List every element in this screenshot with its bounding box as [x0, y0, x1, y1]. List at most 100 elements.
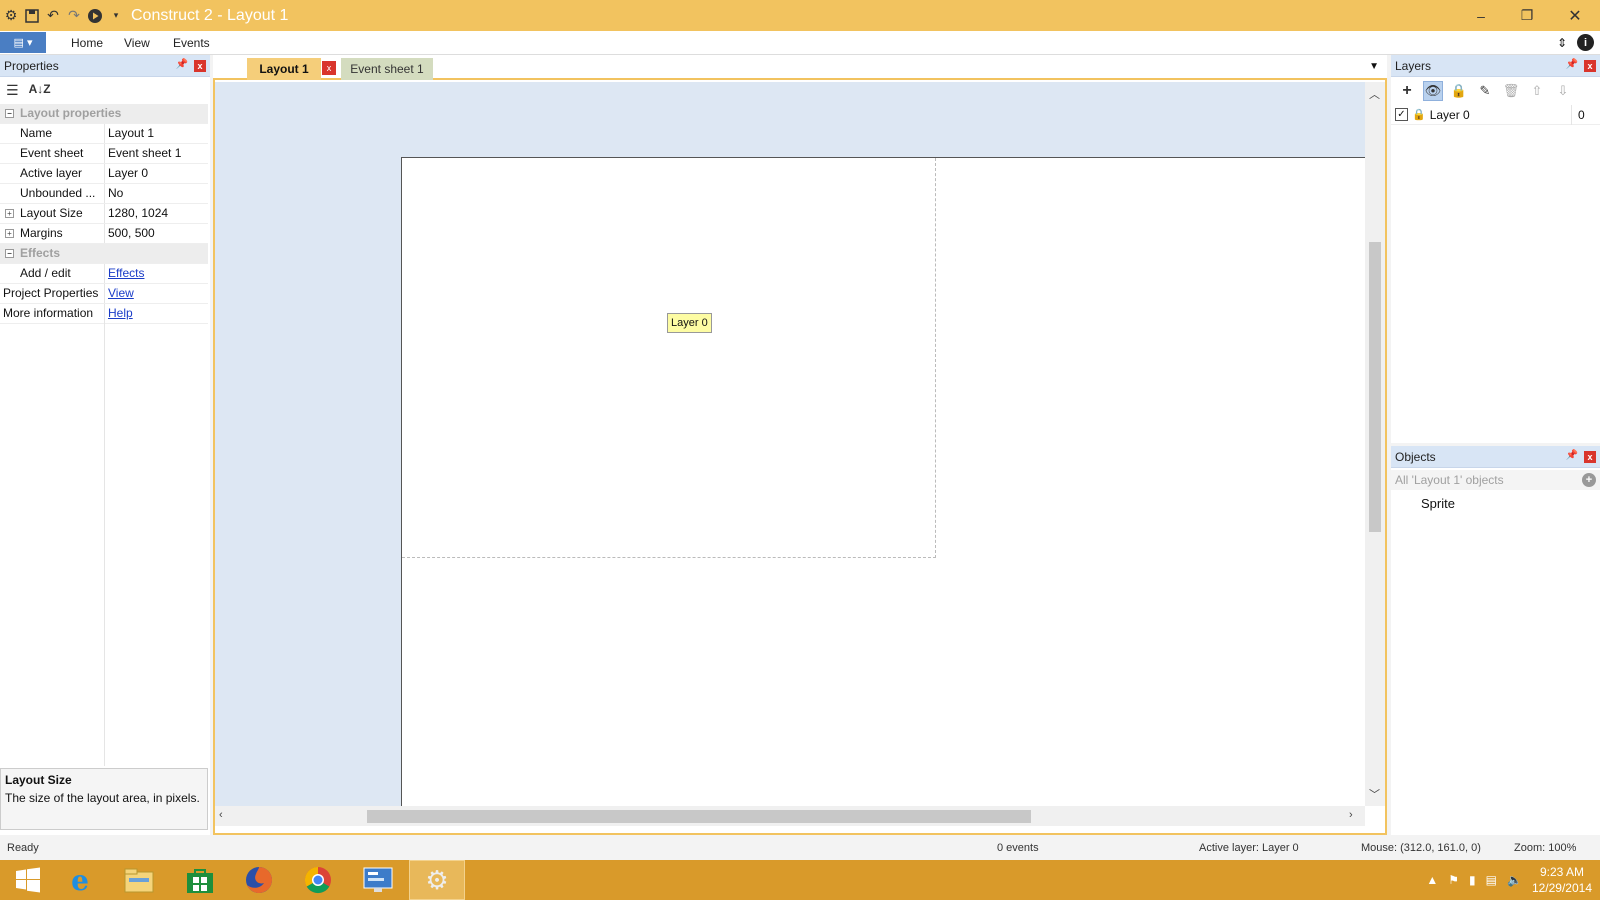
tab-event-sheet-1[interactable]: Event sheet 1	[341, 58, 433, 80]
layout-area[interactable]: Layer 0	[401, 157, 1365, 806]
close-panel-icon[interactable]: x	[1584, 451, 1596, 463]
ribbon-tab-events[interactable]: Events	[173, 36, 210, 50]
vertical-scroll-thumb[interactable]	[1369, 242, 1381, 532]
status-mouse: Mouse: (312.0, 161.0, 0)	[1361, 842, 1481, 854]
property-row-active-layer[interactable]: Active layer Layer 0	[0, 164, 208, 184]
ribbon-collapse-icon[interactable]: ⇕	[1557, 36, 1567, 50]
alphabetical-sort-icon[interactable]: A↓Z	[29, 82, 51, 98]
scroll-down-icon[interactable]: ﹀	[1369, 786, 1380, 802]
collapse-icon[interactable]: −	[5, 109, 14, 118]
help-link[interactable]: Help	[108, 306, 133, 320]
status-events: 0 events	[997, 842, 1039, 854]
pin-icon[interactable]: 📌	[176, 59, 188, 70]
pin-icon[interactable]: 📌	[1566, 59, 1578, 70]
properties-header: Properties 📌 x	[0, 55, 210, 77]
layers-toolbar: + 👁 🔒 ✎ 🗑 ⇧ ⇩	[1391, 79, 1600, 103]
vertical-scrollbar[interactable]: ︿ ﹀	[1365, 82, 1385, 806]
effects-link[interactable]: Effects	[108, 266, 144, 280]
status-state: Ready	[7, 842, 39, 854]
pin-icon[interactable]: 📌	[1566, 450, 1578, 461]
minimize-button[interactable]: –	[1458, 0, 1504, 31]
delete-layer-icon[interactable]: 🗑	[1501, 81, 1521, 101]
move-layer-up-icon[interactable]: ⇧	[1527, 81, 1547, 101]
object-item-sprite[interactable]: Sprite	[1421, 496, 1455, 511]
save-icon[interactable]	[23, 7, 41, 25]
firefox-icon[interactable]	[231, 860, 287, 900]
property-row-add-edit[interactable]: Add / edit Effects	[0, 264, 208, 284]
close-panel-icon[interactable]: x	[1584, 60, 1596, 72]
ribbon-tab-view[interactable]: View	[124, 36, 150, 50]
eye-icon[interactable]: 👁	[1423, 81, 1443, 101]
layer-lock-icon[interactable]: 🔒	[1412, 108, 1426, 121]
property-row-margins[interactable]: + Margins 500, 500	[0, 224, 208, 244]
show-hidden-icons-icon[interactable]: ▲	[1426, 873, 1438, 887]
info-icon[interactable]: i	[1577, 34, 1594, 51]
layout-canvas[interactable]: Layer 0	[215, 82, 1365, 806]
expand-icon[interactable]: +	[5, 229, 14, 238]
chrome-icon[interactable]	[290, 860, 346, 900]
edit-layer-icon[interactable]: ✎	[1475, 81, 1495, 101]
windows-logo-icon	[16, 867, 40, 893]
expand-icon[interactable]: +	[5, 209, 14, 218]
ribbon-tab-home[interactable]: Home	[71, 36, 103, 50]
tab-layout-1[interactable]: Layout 1	[247, 58, 321, 80]
category-effects[interactable]: − Effects	[0, 244, 208, 264]
volume-icon[interactable]: 🔈	[1507, 873, 1522, 887]
scroll-right-icon[interactable]: ›	[1349, 809, 1353, 821]
lock-icon[interactable]: 🔒	[1449, 81, 1469, 101]
collapse-icon[interactable]: −	[5, 249, 14, 258]
close-tab-icon[interactable]: x	[322, 61, 336, 75]
move-layer-down-icon[interactable]: ⇩	[1553, 81, 1573, 101]
network-icon[interactable]: ▤	[1486, 873, 1497, 887]
layers-panel: Layers 📌 x + 👁 🔒 ✎ 🗑 ⇧ ⇩ ✓ 🔒 Layer 0 0	[1391, 55, 1600, 443]
action-center-flag-icon[interactable]: ⚑	[1448, 873, 1459, 887]
clock-date: 12/29/2014	[1531, 881, 1592, 895]
properties-toolbar: ☰ A↓Z	[0, 77, 210, 103]
internet-explorer-icon[interactable]: e	[52, 860, 108, 900]
horizontal-scroll-thumb[interactable]	[367, 810, 1031, 823]
document-tabs: Layout 1 x Event sheet 1 ▼	[213, 55, 1387, 80]
redo-icon[interactable]: ↷	[65, 7, 83, 25]
horizontal-scrollbar[interactable]: ‹ ›	[215, 806, 1365, 826]
app-menu-button[interactable]: ▤ ▾	[0, 32, 46, 53]
window-size-guide	[402, 158, 936, 558]
ribbon: ▤ ▾ Home View Events ⇕ i	[0, 31, 1600, 55]
category-layout-properties[interactable]: − Layout properties	[0, 104, 208, 124]
tab-list-dropdown-icon[interactable]: ▼	[1369, 61, 1379, 72]
qat-customize-icon[interactable]: ▾	[107, 7, 125, 25]
add-object-icon[interactable]: +	[1582, 473, 1596, 487]
status-active-layer: Active layer: Layer 0	[1199, 842, 1299, 854]
view-link[interactable]: View	[108, 286, 134, 300]
clock[interactable]: 9:23 AM 12/29/2014	[1532, 864, 1592, 896]
control-panel-icon[interactable]	[350, 860, 406, 900]
close-panel-icon[interactable]: x	[194, 60, 206, 72]
close-button[interactable]: ✕	[1550, 0, 1600, 31]
restore-button[interactable]: ❐	[1504, 0, 1550, 31]
property-help-box: Layout Size The size of the layout area,…	[0, 768, 208, 830]
property-row-unbounded[interactable]: Unbounded ... No	[0, 184, 208, 204]
property-row-name[interactable]: Name Layout 1	[0, 124, 208, 144]
objects-filter[interactable]: All 'Layout 1' objects +	[1391, 470, 1600, 490]
undo-icon[interactable]: ↶	[44, 7, 62, 25]
layer-row[interactable]: ✓ 🔒 Layer 0 0	[1391, 104, 1600, 125]
run-layout-icon[interactable]	[86, 7, 104, 25]
layer-visible-checkbox[interactable]: ✓	[1395, 108, 1408, 121]
property-row-layout-size[interactable]: + Layout Size 1280, 1024	[0, 204, 208, 224]
window-title: Construct 2 - Layout 1	[131, 6, 289, 24]
property-row-project-properties[interactable]: Project Properties View	[0, 284, 208, 304]
categorized-view-icon[interactable]: ☰	[6, 82, 19, 98]
store-icon[interactable]	[172, 860, 228, 900]
system-tray: ▲ ⚑ ▮ ▤ 🔈 9:23 AM 12/29/2014	[1426, 860, 1592, 900]
construct-app-icon[interactable]: ⚙	[2, 7, 20, 25]
help-title: Layout Size	[5, 773, 72, 787]
scroll-up-icon[interactable]: ︿	[1369, 86, 1380, 102]
file-explorer-icon[interactable]	[111, 860, 167, 900]
add-layer-icon[interactable]: +	[1397, 81, 1417, 101]
status-bar: Ready 0 events Active layer: Layer 0 Mou…	[0, 837, 1600, 859]
start-button[interactable]	[0, 860, 56, 900]
construct-taskbar-icon[interactable]: ⚙	[409, 860, 465, 900]
scroll-left-icon[interactable]: ‹	[219, 809, 223, 821]
battery-icon[interactable]: ▮	[1469, 873, 1476, 887]
property-row-event-sheet[interactable]: Event sheet Event sheet 1	[0, 144, 208, 164]
layer-index: 0	[1571, 104, 1585, 125]
